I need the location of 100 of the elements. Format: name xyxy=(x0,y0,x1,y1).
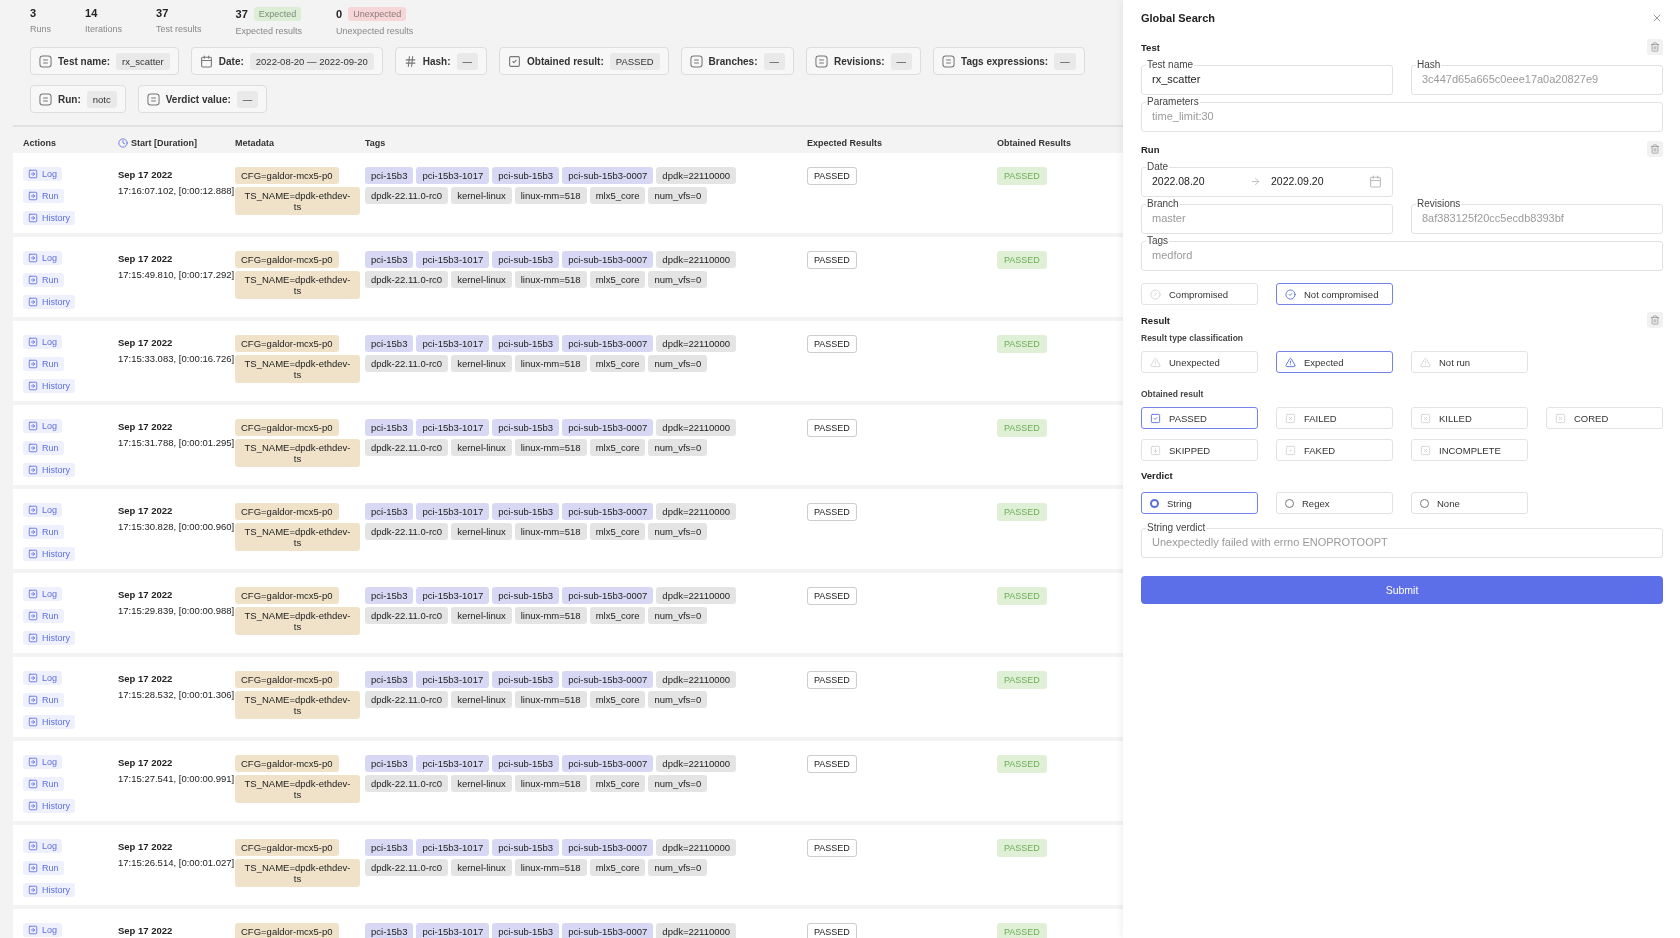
obtained-result: PASSED xyxy=(997,923,1047,938)
obtained-result: PASSED xyxy=(997,335,1047,353)
trash-icon[interactable] xyxy=(1647,141,1663,157)
option-button[interactable]: PASSED xyxy=(1141,407,1258,429)
radio-option[interactable]: Regex xyxy=(1276,492,1393,514)
action-link[interactable]: History xyxy=(23,379,75,393)
text-input[interactable]: medford xyxy=(1152,249,1652,261)
option-button[interactable]: Not compromised xyxy=(1276,283,1393,305)
filter-value: notc xyxy=(86,90,117,108)
filter-chip[interactable]: Branches: — xyxy=(680,47,794,75)
text-field[interactable]: Revisions 8af383125f20cc5ecdb8393bf xyxy=(1411,198,1663,234)
text-input[interactable]: rx_scatter xyxy=(1152,73,1382,85)
radio-option[interactable]: String xyxy=(1141,492,1258,514)
option-button[interactable]: SKIPPED xyxy=(1141,439,1258,461)
option-button[interactable]: Compromised xyxy=(1141,283,1258,305)
text-field[interactable]: Parameters time_limit:30 xyxy=(1141,96,1663,132)
text-input[interactable]: master xyxy=(1152,212,1382,224)
filter-chip[interactable]: Hash: — xyxy=(394,47,488,75)
action-link[interactable]: Log xyxy=(23,335,63,349)
action-link[interactable]: Log xyxy=(23,251,63,265)
filter-value: — xyxy=(890,52,913,70)
tag: linux-mm=518 xyxy=(514,523,587,540)
tag: pci-15b3-1017 xyxy=(416,335,490,352)
action-link[interactable]: History xyxy=(23,799,75,813)
option-button[interactable]: FAILED xyxy=(1276,407,1393,429)
expected-result: PASSED xyxy=(807,755,857,773)
filter-chip[interactable]: Test name: rx_scatter xyxy=(30,47,179,75)
action-link[interactable]: Run xyxy=(23,273,64,287)
tag: pci-15b3-1017 xyxy=(416,587,490,604)
metadata-tag: TS_NAME=dpdk-ethdev-ts xyxy=(235,775,360,803)
action-link[interactable]: Log xyxy=(23,839,63,853)
filter-chip[interactable]: Date: 2022-08-20 — 2022-09-20 xyxy=(190,47,383,75)
action-link[interactable]: Log xyxy=(23,167,63,181)
submit-button[interactable]: Submit xyxy=(1141,576,1663,604)
filter-chip[interactable]: Run: notc xyxy=(30,85,126,113)
text-field[interactable]: Hash 3c447d65a665c0eee17a0a20827e9 xyxy=(1411,59,1663,95)
tag: dpdk-22.11.0-rc0 xyxy=(365,691,449,708)
action-link[interactable]: Log xyxy=(23,503,63,517)
start-time: 17:15:29.839, [0:00:00.988] xyxy=(118,605,235,616)
action-link[interactable]: History xyxy=(23,211,75,225)
action-link[interactable]: Log xyxy=(23,587,63,601)
option-button[interactable]: Expected xyxy=(1276,351,1393,373)
action-link[interactable]: Run xyxy=(23,609,64,623)
action-link[interactable]: Run xyxy=(23,861,64,875)
x-icon xyxy=(1555,412,1566,424)
action-link[interactable]: History xyxy=(23,631,75,645)
text-input[interactable]: 3c447d65a665c0eee17a0a20827e9 xyxy=(1422,73,1652,85)
filter-label: Branches: xyxy=(708,55,758,67)
trash-icon[interactable] xyxy=(1647,312,1663,328)
text-input[interactable]: time_limit:30 xyxy=(1152,110,1652,122)
filter-value: — xyxy=(1054,52,1076,70)
metadata-tag: TS_NAME=dpdk-ethdev-ts xyxy=(235,607,360,635)
filter-value: PASSED xyxy=(609,52,660,70)
action-link[interactable]: Run xyxy=(23,693,64,707)
text-field[interactable]: String verdict Unexpectedly failed with errno ENOPROTOOPT xyxy=(1141,522,1663,558)
action-link[interactable]: History xyxy=(23,715,75,729)
option-button[interactable]: INCOMPLETE xyxy=(1411,439,1528,461)
text-input[interactable]: 8af383125f20cc5ecdb8393bf xyxy=(1422,212,1652,224)
action-link[interactable]: History xyxy=(23,547,75,561)
option-button[interactable]: Unexpected xyxy=(1141,351,1258,373)
action-link[interactable]: Log xyxy=(23,419,63,433)
action-link[interactable]: History xyxy=(23,463,75,477)
option-button[interactable]: CORED xyxy=(1546,407,1663,429)
stat-value: 37 xyxy=(235,8,248,20)
option-button[interactable]: KILLED xyxy=(1411,407,1528,429)
action-link[interactable]: Log xyxy=(23,671,63,685)
list-icon xyxy=(39,54,52,68)
action-link[interactable]: Run xyxy=(23,441,64,455)
option-button[interactable]: FAKED xyxy=(1276,439,1393,461)
section-title: Test xyxy=(1141,41,1160,53)
action-link[interactable]: Run xyxy=(23,525,64,539)
tag: dpdk=22110000 xyxy=(656,923,737,938)
slashed-circle-icon xyxy=(1150,288,1161,300)
tag: pci-15b3-1017 xyxy=(416,167,490,184)
filter-chip[interactable]: Tags expressions: — xyxy=(933,47,1085,75)
action-link[interactable]: Run xyxy=(23,777,64,791)
filter-chip[interactable]: Obtained result: PASSED xyxy=(499,47,669,75)
list-icon xyxy=(39,92,52,106)
field-label: Revisions xyxy=(1416,198,1462,210)
action-link[interactable]: Run xyxy=(23,357,64,371)
option-button[interactable]: Not run xyxy=(1411,351,1528,373)
filter-chip[interactable]: Revisions: — xyxy=(806,47,922,75)
tag: pci-15b3-1017 xyxy=(416,839,490,856)
date-range-field[interactable]: Date 2022.08.20 2022.09.20 xyxy=(1141,161,1393,197)
tag: pci-sub-15b3-0007 xyxy=(562,335,654,352)
close-icon[interactable] xyxy=(1651,12,1663,24)
trash-icon[interactable] xyxy=(1647,39,1663,55)
text-field[interactable]: Branch master xyxy=(1141,198,1393,234)
action-link[interactable]: History xyxy=(23,295,75,309)
text-field[interactable]: Tags medford xyxy=(1141,235,1663,271)
column-header: Actions xyxy=(23,138,56,148)
text-field[interactable]: Test name rx_scatter xyxy=(1141,59,1393,95)
filter-chip[interactable]: Verdict value: — xyxy=(137,85,268,113)
radio-option[interactable]: None xyxy=(1411,492,1528,514)
action-link[interactable]: History xyxy=(23,883,75,897)
action-link[interactable]: Run xyxy=(23,189,64,203)
action-link[interactable]: Log xyxy=(23,755,63,769)
action-link[interactable]: Log xyxy=(23,923,63,937)
text-input[interactable]: Unexpectedly failed with errno ENOPROTOOPT xyxy=(1152,536,1652,548)
tag: num_vfs=0 xyxy=(648,691,708,708)
